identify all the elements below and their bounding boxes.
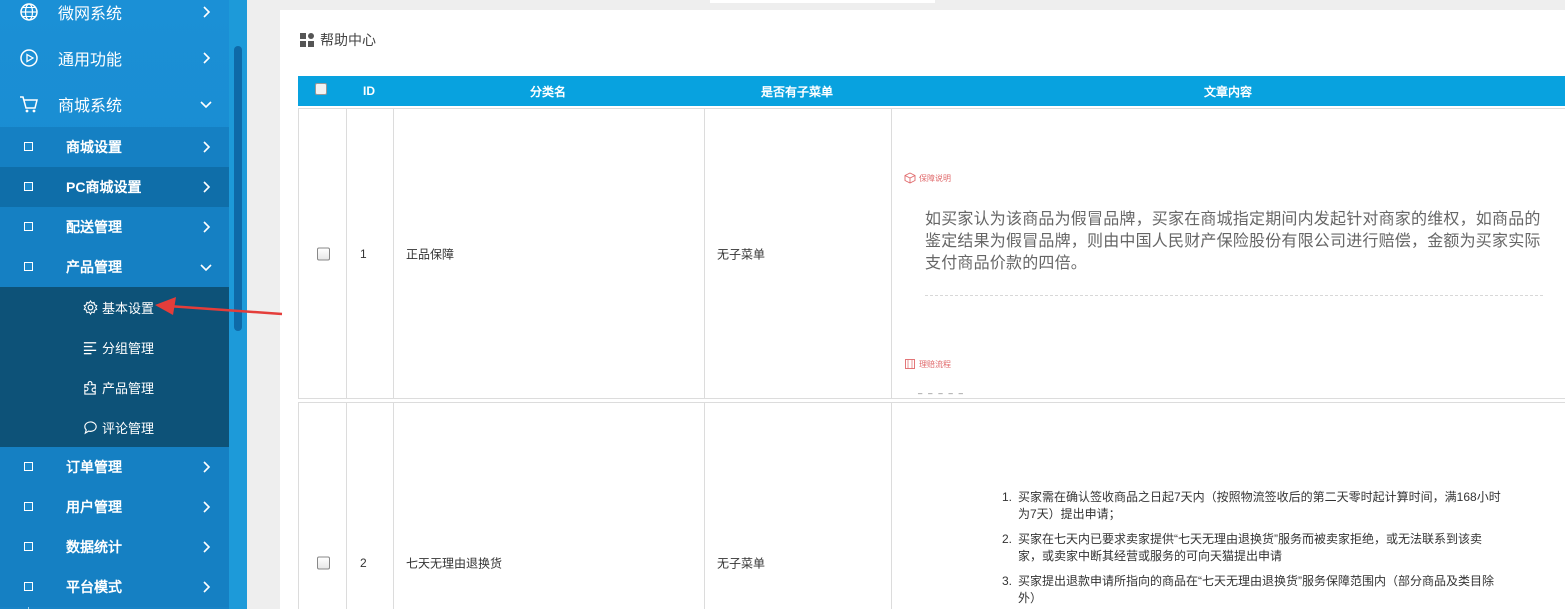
cell-article: 保障说明 如买家认为该商品为假冒品牌，买家在商城指定期间内发起针对商家的维权，如… xyxy=(891,109,1565,398)
page-title: 帮助中心 xyxy=(320,32,376,48)
list-icon xyxy=(83,341,97,354)
cell-id: 1 xyxy=(346,109,393,398)
sidebar-item-statistics[interactable]: 数据统计 xyxy=(0,527,229,567)
cell-name: 七天无理由退换货 xyxy=(393,403,704,609)
article-faint-text: ━ ━ ━ ━ ━ xyxy=(918,391,965,398)
cell-id: 2 xyxy=(346,403,393,609)
article-tag: 保障说明 xyxy=(904,172,951,184)
breadcrumb: 帮助中心 xyxy=(300,30,376,50)
list-item-number: 3. xyxy=(1002,574,1013,588)
cell-select xyxy=(298,403,346,609)
cell-name: 正品保障 xyxy=(393,109,704,398)
sidebar-item-orders[interactable]: 订单管理 xyxy=(0,447,229,487)
table-row: 1 正品保障 无子菜单 保障说明 如买家认为该商品为假冒品牌，买家在商城指定期间… xyxy=(298,108,1565,399)
tree-node xyxy=(24,502,33,511)
list-item: 1. 买家需在确认签收商品之日起7天内（按照物流签收后的第二天零时起计算时间，满… xyxy=(1002,489,1502,523)
row-checkbox[interactable] xyxy=(317,247,330,260)
grid-icon xyxy=(300,33,314,47)
sidebar-item-label: 用户管理 xyxy=(66,499,122,515)
list-item-text: 买家在七天内已要求卖家提供“七天无理由退换货”服务而被卖家拒绝，或无法联系到该卖… xyxy=(1018,532,1482,563)
row-name: 正品保障 xyxy=(406,247,455,261)
sidebar-item-users[interactable]: 用户管理 xyxy=(0,487,229,527)
tree-node xyxy=(24,542,33,551)
chevron-right-icon xyxy=(203,501,211,513)
row-submenu: 无子菜单 xyxy=(717,556,766,571)
chevron-right-icon xyxy=(203,461,211,473)
row-submenu: 无子菜单 xyxy=(717,247,766,261)
cell-article: 1. 买家需在确认签收商品之日起7天内（按照物流签收后的第二天零时起计算时间，满… xyxy=(891,403,1565,609)
chevron-right-icon xyxy=(203,581,211,593)
article-text: 如买家认为该商品为假冒品牌，买家在商城指定期间内发起针对商家的维权，如商品的鉴定… xyxy=(925,211,1541,272)
list-item-text: 买家提出退款申请所指向的商品在“七天无理由退换货”服务保障范围内（部分商品及类目… xyxy=(1018,574,1494,605)
top-tab-strip xyxy=(710,0,935,3)
list-item-number: 1. xyxy=(1002,490,1013,504)
box-icon xyxy=(905,359,915,369)
article-divider xyxy=(925,295,1543,296)
tree-node xyxy=(24,462,33,471)
cell-select xyxy=(298,109,346,398)
annotation-arrow-icon xyxy=(155,297,283,316)
list-item: 2. 买家在七天内已要求卖家提供“七天无理由退换货”服务而被卖家拒绝，或无法联系… xyxy=(1002,531,1502,565)
tree-node xyxy=(24,582,33,591)
sidebar-item-label: 数据统计 xyxy=(66,539,122,555)
chat-icon xyxy=(84,420,97,434)
column-header-id: ID xyxy=(363,84,375,98)
article-tag: 理赔流程 xyxy=(904,358,951,370)
sidebar-item-review-management[interactable]: 评论管理 xyxy=(0,407,229,447)
row-id: 1 xyxy=(360,246,367,261)
table-row: 2 七天无理由退换货 无子菜单 1. 买家需在确认签收商品之日起7天内（按照物流… xyxy=(298,402,1565,609)
column-header-name: 分类名 xyxy=(529,84,566,99)
box-icon xyxy=(904,172,916,184)
sidebar-item-platform-mode[interactable]: 平台模式 xyxy=(0,567,229,607)
sidebar-item-label: 评论管理 xyxy=(102,420,155,436)
table-header: ID 分类名 是否有子菜单 文章内容 xyxy=(298,76,1565,106)
article-tag-label: 理赔流程 xyxy=(919,359,951,369)
list-item-number: 2. xyxy=(1002,532,1013,546)
column-header-submenu: 是否有子菜单 xyxy=(760,84,833,99)
select-all-checkbox[interactable] xyxy=(315,83,327,95)
puzzle-icon xyxy=(84,380,96,395)
sidebar-item-label: 平台模式 xyxy=(66,579,122,595)
cell-submenu: 无子菜单 xyxy=(704,109,891,398)
list-item: 3. 买家提出退款申请所指向的商品在“七天无理由退换货”服务保障范围内（部分商品… xyxy=(1002,573,1502,607)
row-id: 2 xyxy=(360,556,367,570)
article-list: 1. 买家需在确认签收商品之日起7天内（按照物流签收后的第二天零时起计算时间，满… xyxy=(1002,489,1502,609)
sidebar-item-label: 分组管理 xyxy=(102,340,155,356)
article-tag-label: 保障说明 xyxy=(919,173,951,183)
list-item-text: 买家需在确认签收商品之日起7天内（按照物流签收后的第二天零时起计算时间，满168… xyxy=(1018,490,1501,521)
row-checkbox[interactable] xyxy=(317,556,330,570)
sidebar-item-label: 订单管理 xyxy=(66,459,122,475)
cell-submenu: 无子菜单 xyxy=(704,403,891,609)
row-name: 七天无理由退换货 xyxy=(406,556,503,571)
chevron-right-icon xyxy=(203,541,211,553)
sidebar-item-product-management[interactable]: 产品管理 xyxy=(0,367,229,407)
column-header-article: 文章内容 xyxy=(1203,84,1252,99)
sidebar-item-label: 产品管理 xyxy=(102,380,155,396)
